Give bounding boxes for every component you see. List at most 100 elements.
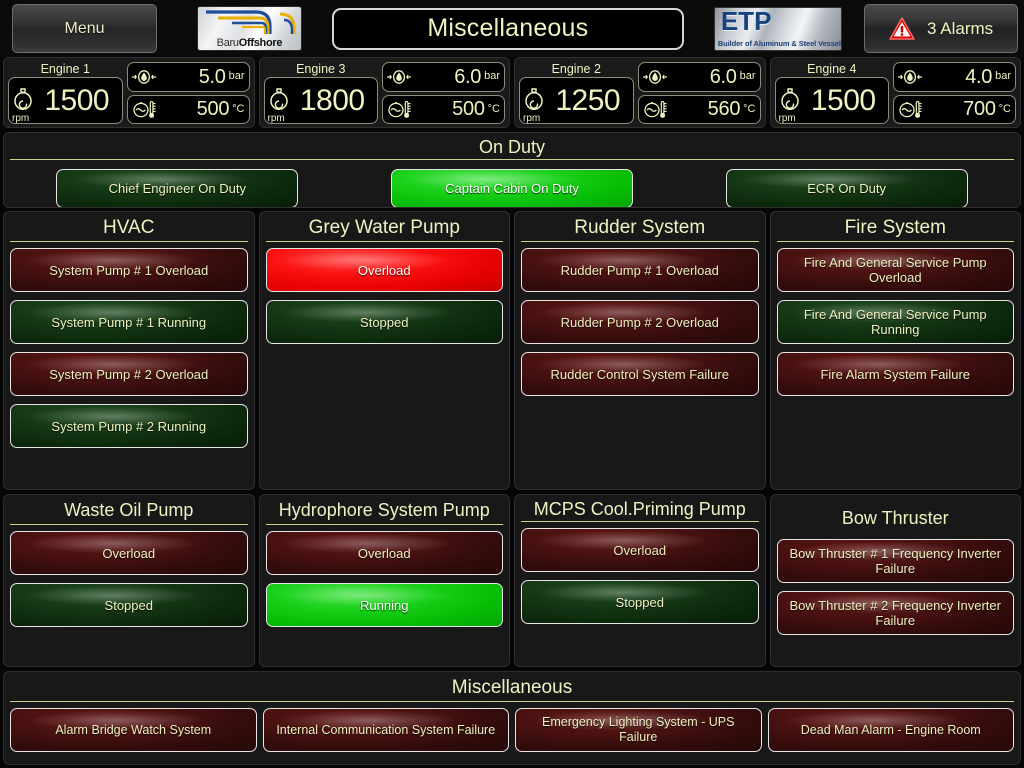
indicator-lamp-label: Rudder Pump # 1 Overload xyxy=(560,262,719,278)
etp-logo: ETP Builder of Aluminum & Steel Vessels xyxy=(713,6,843,51)
indicator-lamp[interactable]: Running xyxy=(265,583,503,627)
page-title: Miscellaneous xyxy=(331,7,684,50)
indicator-lamp[interactable]: Stopped xyxy=(10,583,248,627)
indicator-lamp-label: System Pump # 2 Running xyxy=(51,418,207,434)
indicator-lamp-label: Fire And General Service Pump Overload xyxy=(803,255,987,285)
equipment-panel-title: Hydrophore System Pump xyxy=(278,500,490,520)
engine-pressure-value: 6.0 xyxy=(709,65,737,88)
rpm-gauge-icon xyxy=(14,87,32,110)
equipment-panel: Fire System Fire And General Service Pump… xyxy=(769,211,1021,490)
rpm-gauge-icon xyxy=(525,87,543,110)
miscellaneous-lamp[interactable]: Internal Communication System Failure xyxy=(262,708,509,752)
indicator-lamp[interactable]: Rudder Pump # 1 Overload xyxy=(521,248,759,292)
equipment-panel-title: Rudder System xyxy=(574,217,706,238)
on-duty-panel: On Duty Chief Engineer On Duty Captain Ca… xyxy=(3,132,1021,208)
warning-triangle-icon xyxy=(889,17,915,40)
indicator-lamp[interactable]: Rudder Control System Failure xyxy=(521,352,759,396)
engine-pressure-readout: 5.0 bar xyxy=(126,62,250,92)
engine-gauges-row: Engine 1 rpm 1500 5.0 bar 500 °C Engine 3 rpm 180… xyxy=(0,57,1024,128)
indicator-lamp-label: Overload xyxy=(357,545,411,561)
engine-temperature-readout: 700 °C xyxy=(893,94,1016,124)
menu-button-label: Menu xyxy=(64,19,105,37)
engine-secondary: 5.0 bar 500 °C xyxy=(126,61,250,124)
indicator-lamp-label: Bow Thruster # 2 Frequency Inverter Fail… xyxy=(789,598,1001,628)
engine-rpm-unit: rpm xyxy=(267,113,285,124)
equipment-panel-title: Bow Thruster xyxy=(841,508,949,528)
engine-name: Engine 1 xyxy=(40,62,90,76)
indicator-lamp-label: Bow Thruster # 1 Frequency Inverter Fail… xyxy=(789,546,1001,576)
rpm-gauge-icon xyxy=(780,87,799,110)
indicator-lamp[interactable]: System Pump # 1 Overload xyxy=(10,248,248,292)
engine-temperature-readout: 500 °C xyxy=(382,94,505,124)
indicator-lamp[interactable]: Bow Thruster # 1 Frequency Inverter Fail… xyxy=(776,539,1014,583)
oil-pressure-icon xyxy=(642,69,667,84)
etp-logo-tagline: Builder of Aluminum & Steel Vessels xyxy=(717,38,843,48)
engine-rpm-readout: rpm 1800 xyxy=(263,77,378,124)
engine-rpm-value: 1500 xyxy=(44,83,110,117)
temperature-icon xyxy=(388,101,411,119)
baru-logo-text: BaruOffshore xyxy=(198,37,301,49)
top-toolbar: Menu BaruOffshore Miscellaneous ETP Buil… xyxy=(0,0,1024,57)
indicator-lamp[interactable]: System Pump # 2 Running xyxy=(10,404,248,448)
miscellaneous-lamp[interactable]: Emergency Lighting System - UPS Failure xyxy=(515,708,762,752)
equipment-panel-title: Fire System xyxy=(844,217,946,238)
engine-pressure-unit: bar xyxy=(995,70,1011,83)
on-duty-lamp[interactable]: ECR On Duty xyxy=(725,169,968,207)
indicator-lamp-label: Stopped xyxy=(104,597,153,613)
indicator-lamp-label: Rudder Pump # 2 Overload xyxy=(560,314,719,330)
indicator-lamp[interactable]: Overload xyxy=(521,528,759,572)
miscellaneous-lamp[interactable]: Alarm Bridge Watch System xyxy=(10,708,257,752)
miscellaneous-panel: Miscellaneous Alarm Bridge Watch System I… xyxy=(3,671,1021,765)
indicator-lamp-label: Captain Cabin On Duty xyxy=(445,181,579,196)
oil-pressure-icon xyxy=(387,69,411,84)
engine-rpm-readout: rpm 1500 xyxy=(8,77,123,124)
indicator-lamp-label: Overload xyxy=(613,542,667,558)
engine-secondary: 6.0 bar 560 °C xyxy=(637,61,761,124)
indicator-lamp[interactable]: Overload xyxy=(265,531,503,575)
rpm-gauge-icon xyxy=(269,87,288,110)
indicator-lamp[interactable]: Rudder Pump # 2 Overload xyxy=(521,300,759,344)
engine-temperature-readout: 560 °C xyxy=(637,94,761,124)
indicator-lamp-label: Stopped xyxy=(360,314,409,330)
on-duty-lamp[interactable]: Chief Engineer On Duty xyxy=(56,169,299,207)
engine-name: Engine 4 xyxy=(807,62,857,76)
engine-pressure-unit: bar xyxy=(739,70,756,83)
baru-logo-arcs-icon xyxy=(206,10,296,34)
menu-button[interactable]: Menu xyxy=(12,4,157,53)
indicator-lamp-label: Overload xyxy=(102,545,156,561)
engine-pressure-unit: bar xyxy=(484,70,500,83)
indicator-lamp[interactable]: Stopped xyxy=(521,580,759,624)
oil-pressure-icon xyxy=(131,69,156,84)
equipment-panel-divider xyxy=(10,524,248,525)
indicator-lamp-label: Internal Communication System Failure xyxy=(276,722,496,737)
on-duty-lamp[interactable]: Captain Cabin On Duty xyxy=(390,169,633,207)
indicator-lamp[interactable]: Overload xyxy=(10,531,248,575)
indicator-lamp[interactable]: Overload xyxy=(265,248,503,292)
engine-pressure-value: 5.0 xyxy=(198,65,226,88)
miscellaneous-title: Miscellaneous xyxy=(451,677,573,698)
indicator-lamp[interactable]: Stopped xyxy=(265,300,503,344)
engine-primary: Engine 3 rpm 1800 xyxy=(263,61,378,124)
engine-rpm-value: 1500 xyxy=(810,83,876,117)
oil-pressure-icon xyxy=(898,69,922,84)
indicator-lamp-label: Emergency Lighting System - UPS Failure xyxy=(542,715,735,744)
indicator-lamp[interactable]: Fire Alarm System Failure xyxy=(776,352,1014,396)
indicator-lamp-label: Running xyxy=(360,597,409,613)
on-duty-buttons: Chief Engineer On Duty Captain Cabin On D… xyxy=(10,166,1014,207)
indicator-lamp[interactable]: System Pump # 1 Running xyxy=(10,300,248,344)
temperature-icon xyxy=(899,101,922,119)
engine-pressure-readout: 4.0 bar xyxy=(893,62,1016,92)
indicator-lamp[interactable]: Bow Thruster # 2 Frequency Inverter Fail… xyxy=(776,591,1014,635)
indicator-lamp[interactable]: Fire And General Service Pump Overload xyxy=(776,248,1014,292)
equipment-panel: MCPS Cool.Priming Pump Overload Stopped xyxy=(514,494,766,667)
engine-gauge-cell: Engine 2 rpm 1250 6.0 bar 560 °C xyxy=(514,57,766,128)
on-duty-title: On Duty xyxy=(478,137,546,157)
equipment-panel-lamps: Rudder Pump # 1 Overload Rudder Pump # 2 … xyxy=(521,248,759,396)
engine-temperature-value: 500 xyxy=(196,98,230,121)
alarms-button[interactable]: 3 Alarms xyxy=(864,4,1018,53)
equipment-panel: Hydrophore System Pump Overload Running xyxy=(258,494,510,667)
equipment-panel-divider xyxy=(10,241,248,242)
miscellaneous-lamp[interactable]: Dead Man Alarm - Engine Room xyxy=(767,708,1014,752)
indicator-lamp[interactable]: System Pump # 2 Overload xyxy=(10,352,248,396)
indicator-lamp[interactable]: Fire And General Service Pump Running xyxy=(776,300,1014,344)
